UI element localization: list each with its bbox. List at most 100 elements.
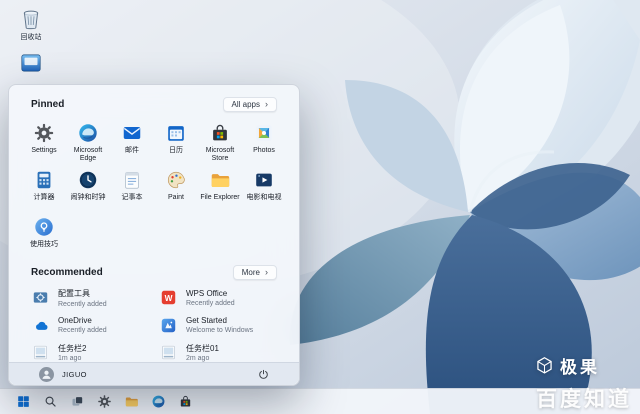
pinned-app-label: 闹钟和时钟 — [71, 194, 106, 202]
recommended-item[interactable]: 任务栏2 1m ago — [31, 343, 149, 363]
settings-taskbar-button[interactable] — [93, 391, 115, 413]
taskbar-icon-glyph — [124, 394, 139, 409]
baidu-watermark-text: 百度知道 — [536, 383, 632, 413]
start-menu-user-bar: JIGUO — [9, 362, 299, 385]
recommended-item-text: Get Started Welcome to Windows — [186, 316, 253, 334]
pinned-app-label: 电影和电视 — [247, 194, 282, 202]
pinned-app[interactable]: Microsoft Edge — [66, 117, 110, 163]
recommended-item-text: OneDrive Recently added — [58, 316, 107, 334]
jiguo-watermark: 极果 — [535, 353, 600, 378]
more-label: More — [242, 268, 260, 277]
pinned-app-icon — [209, 169, 231, 191]
pinned-app-icon — [165, 122, 187, 144]
file-explorer-taskbar-button[interactable] — [120, 391, 142, 413]
recommended-item-icon — [31, 343, 50, 362]
pinned-app-icon — [121, 122, 143, 144]
pinned-app-icon — [77, 122, 99, 144]
pinned-app[interactable]: Paint — [154, 164, 198, 210]
taskbar-icon-glyph — [16, 394, 31, 409]
taskbar-icon-glyph — [151, 394, 166, 409]
pinned-app-icon — [77, 169, 99, 191]
recommended-item-icon — [31, 288, 50, 307]
desktop-icon-recycle-bin[interactable]: 回收站 — [6, 6, 56, 41]
recommended-item-subtitle: Recently added — [58, 327, 107, 334]
more-button[interactable]: More › — [233, 265, 277, 280]
pinned-app[interactable]: File Explorer — [198, 164, 242, 210]
recommended-item-subtitle: 2m ago — [186, 355, 219, 362]
recommended-item-text: 配置工具 Recently added — [58, 288, 107, 308]
pinned-app[interactable]: 使用技巧 — [22, 211, 66, 257]
start-button[interactable] — [12, 391, 34, 413]
recommended-grid: 配置工具 Recently added W WPS Office Recentl… — [9, 283, 299, 362]
jiguo-watermark-text: 极果 — [560, 353, 600, 378]
desktop-icon-area: 回收站 — [6, 6, 56, 85]
pinned-app-label: Paint — [168, 194, 184, 202]
start-menu: Pinned All apps › Settings Microsoft Edg… — [8, 84, 300, 386]
task-view-button[interactable] — [66, 391, 88, 413]
recommended-item-title: 配置工具 — [58, 288, 107, 299]
edge-taskbar-button[interactable] — [147, 391, 169, 413]
power-button[interactable] — [253, 364, 273, 384]
recommended-item[interactable]: Get Started Welcome to Windows — [159, 316, 277, 335]
pinned-app[interactable]: 计算器 — [22, 164, 66, 210]
store-taskbar-button[interactable] — [174, 391, 196, 413]
user-name: JIGUO — [62, 370, 87, 379]
jiguo-logo-icon — [535, 356, 554, 375]
user-account-button[interactable]: JIGUO — [35, 365, 91, 384]
pinned-app-icon — [253, 122, 275, 144]
pinned-app-icon — [253, 169, 275, 191]
pinned-app[interactable]: 邮件 — [110, 117, 154, 163]
recommended-item-title: WPS Office — [186, 289, 235, 298]
desktop-icon-glyph — [18, 50, 44, 76]
recommended-item-title: OneDrive — [58, 316, 107, 325]
all-apps-button[interactable]: All apps › — [223, 97, 277, 112]
pinned-app-label: 计算器 — [34, 194, 55, 202]
desktop-icon-app[interactable] — [6, 50, 56, 85]
pinned-app-icon — [121, 169, 143, 191]
recommended-item-subtitle: Recently added — [186, 300, 235, 307]
recommended-item-title: 任务栏2 — [58, 343, 86, 354]
power-icon — [257, 368, 270, 381]
recommended-item[interactable]: W WPS Office Recently added — [159, 288, 277, 308]
recommended-item-subtitle: Recently added — [58, 301, 107, 308]
pinned-app-icon — [209, 122, 231, 144]
recommended-item-subtitle: 1m ago — [58, 355, 86, 362]
pinned-app-label: File Explorer — [200, 194, 239, 202]
recommended-item[interactable]: OneDrive Recently added — [31, 316, 149, 335]
pinned-app[interactable]: Microsoft Store — [198, 117, 242, 163]
search-button[interactable] — [39, 391, 61, 413]
pinned-app-label: Microsoft Edge — [67, 147, 109, 164]
pinned-app-label: 记事本 — [122, 194, 143, 202]
chevron-right-icon: › — [265, 268, 268, 277]
pinned-app[interactable]: 日历 — [154, 117, 198, 163]
pinned-app-label: Microsoft Store — [199, 147, 241, 164]
recommended-item-icon: W — [159, 288, 178, 307]
pinned-app-label: 使用技巧 — [30, 241, 58, 249]
pinned-app[interactable]: 电影和电视 — [242, 164, 286, 210]
pinned-app-icon — [33, 216, 55, 238]
recommended-item-icon — [31, 316, 50, 335]
recommended-item-icon — [159, 343, 178, 362]
pinned-app[interactable]: 记事本 — [110, 164, 154, 210]
recommended-item-icon — [159, 316, 178, 335]
pinned-app[interactable]: 闹钟和时钟 — [66, 164, 110, 210]
pinned-app[interactable]: Photos — [242, 117, 286, 163]
pinned-app[interactable]: Settings — [22, 117, 66, 163]
taskbar-icon-glyph — [70, 394, 85, 409]
desktop-icon-glyph — [18, 6, 44, 32]
recommended-item-title: Get Started — [186, 316, 253, 325]
recommended-title: Recommended — [31, 267, 103, 278]
pinned-app-label: Settings — [31, 147, 56, 155]
recommended-item-text: WPS Office Recently added — [186, 289, 235, 307]
svg-text:W: W — [165, 293, 173, 303]
chevron-right-icon: › — [265, 100, 268, 109]
pinned-app-icon — [33, 169, 55, 191]
user-avatar — [39, 367, 54, 382]
pinned-grid: Settings Microsoft Edge 邮件 日历 Microsoft … — [9, 115, 299, 257]
recommended-item[interactable]: 配置工具 Recently added — [31, 288, 149, 308]
pinned-app-label: 邮件 — [125, 147, 139, 155]
recommended-item-text: 任务栏2 1m ago — [58, 343, 86, 363]
recommended-item-title: 任务栏01 — [186, 343, 219, 354]
recommended-item[interactable]: 任务栏01 2m ago — [159, 343, 277, 363]
pinned-title: Pinned — [31, 99, 64, 110]
